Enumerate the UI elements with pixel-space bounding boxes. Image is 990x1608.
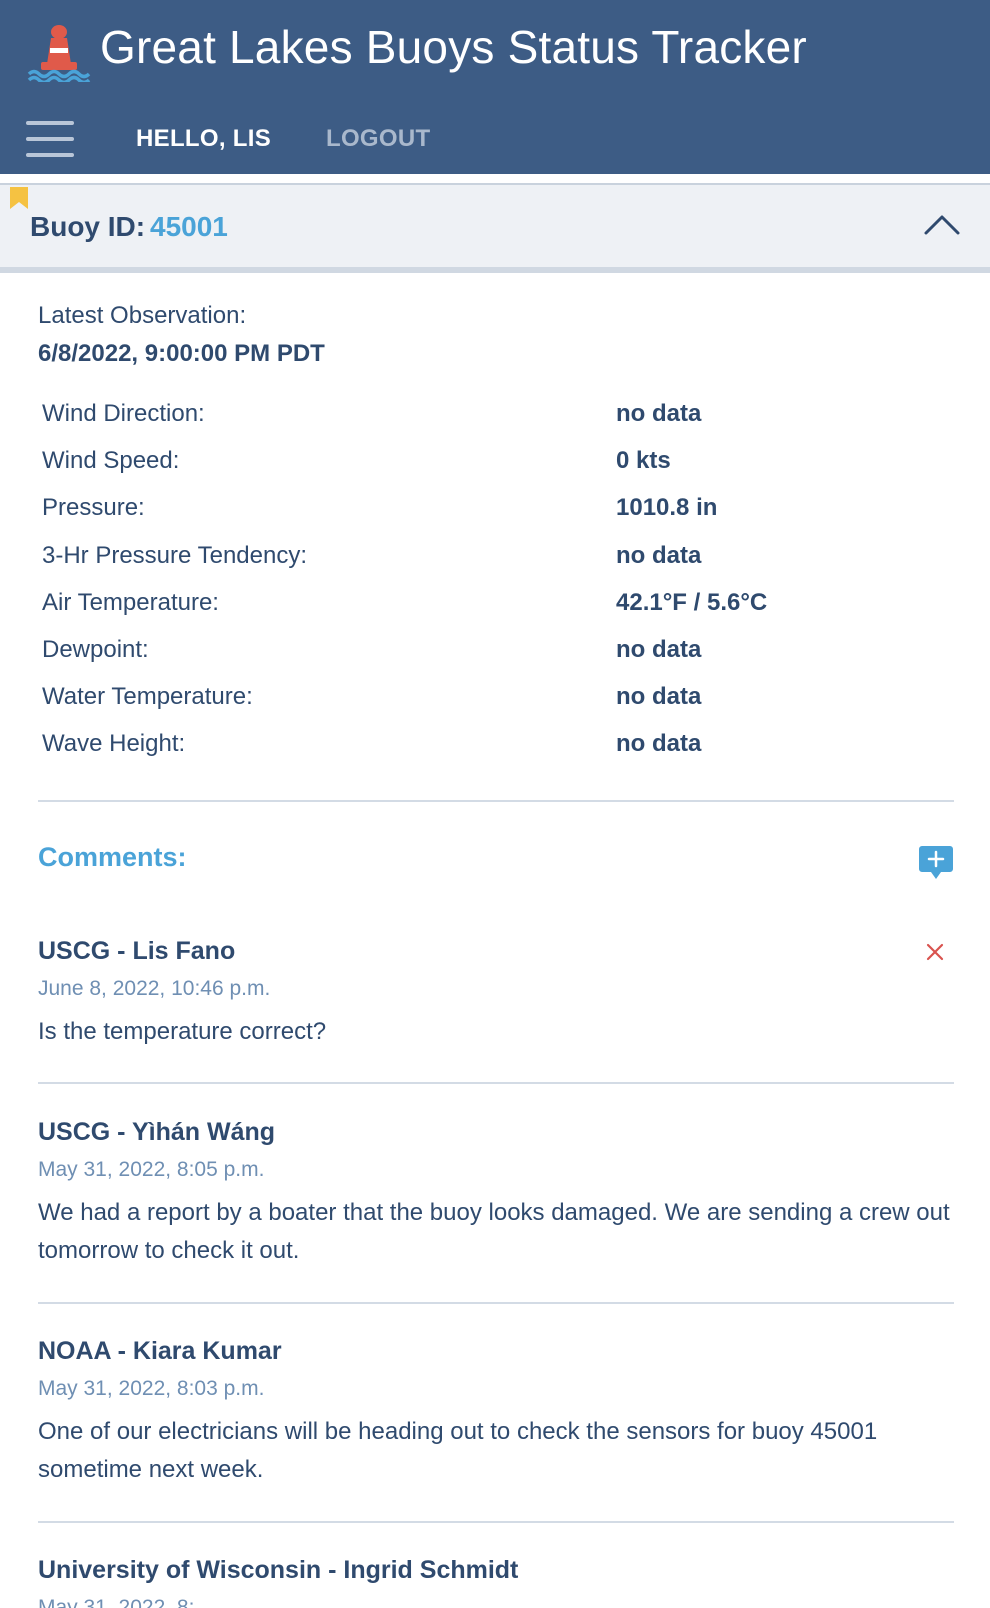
comment-divider (38, 1302, 954, 1304)
observation-value: no data (616, 683, 702, 711)
comment-text: One of our electricians will be heading … (38, 1418, 878, 1483)
comment-author: NOAA - Kiara Kumar (38, 1337, 282, 1365)
comment-text: Is the temperature correct? (38, 1018, 327, 1045)
comment-date: May 31, 2022, 8:03 p.m. (38, 1377, 265, 1400)
comment-date: June 8, 2022, 10:46 p.m. (38, 977, 271, 1000)
observation-name: Water Temperature: (42, 683, 253, 711)
comment-divider (38, 1521, 954, 1523)
buoy-id-label: Buoy ID: (30, 211, 146, 242)
buoy-id-value: 45001 (150, 211, 228, 242)
observation-name: Dewpoint: (42, 635, 149, 663)
observation-value: no data (616, 400, 702, 427)
comment-author: USCG - Yìhán Wáng (38, 1118, 276, 1146)
observation-row-pressure: Pressure: 1010.8 in (42, 494, 942, 541)
comment-item: University of Wisconsin - Ingrid Schmidt… (38, 1556, 954, 1608)
section-divider (38, 800, 954, 802)
buoy-icon (27, 25, 91, 82)
comments-heading: Comments: (38, 842, 187, 872)
logout-link[interactable]: LOGOUT (326, 125, 430, 153)
observation-row-wave-height: Wave Height: no data (42, 730, 942, 777)
observation-row-water-temperature: Water Temperature: no data (42, 683, 942, 730)
observation-value: 0 kts (616, 447, 671, 475)
observation-row-dewpoint: Dewpoint: no data (42, 636, 942, 683)
observation-value: no data (616, 635, 702, 663)
observation-value: no data (616, 730, 702, 758)
comment-item: NOAA - Kiara Kumar May 31, 2022, 8:03 p.… (38, 1337, 954, 1489)
comment-divider (38, 1082, 954, 1084)
comment-date: May 31, 2022, 8:... (38, 1596, 212, 1608)
observation-table: Wind Direction: no data Wind Speed: 0 kt… (42, 400, 942, 778)
delete-comment-icon[interactable] (926, 943, 944, 961)
add-comment-icon[interactable] (919, 846, 953, 880)
latest-observation-timestamp: 6/8/2022, 9:00:00 PM PDT (38, 340, 325, 367)
observation-row-pressure-tendency: 3-Hr Pressure Tendency: no data (42, 542, 942, 589)
comment-date: May 31, 2022, 8:05 p.m. (38, 1158, 265, 1181)
comment-item: USCG - Yìhán Wáng May 31, 2022, 8:05 p.m… (38, 1118, 954, 1270)
greeting-text: HELLO, LIS (136, 125, 271, 152)
observation-name: Wind Speed: (42, 447, 180, 475)
comment-author: University of Wisconsin - Ingrid Schmidt (38, 1556, 519, 1584)
comment-text: We had a report by a boater that the buo… (38, 1199, 950, 1264)
observation-name: Wind Direction: (42, 400, 205, 427)
observation-name: 3-Hr Pressure Tendency: (42, 541, 308, 569)
latest-observation-label: Latest Observation: (38, 302, 247, 329)
hamburger-menu-icon[interactable] (26, 119, 74, 159)
observation-value: 1010.8 in (616, 494, 718, 522)
observation-value: no data (616, 541, 702, 569)
observation-name: Air Temperature: (42, 588, 219, 616)
app-header: Great Lakes Buoys Status Tracker HELLO, … (0, 0, 990, 174)
comment-item: USCG - Lis Fano June 8, 2022, 10:46 p.m.… (38, 937, 954, 1051)
observation-name: Pressure: (42, 494, 145, 522)
observation-row-wind-direction: Wind Direction: no data (42, 400, 942, 447)
bookmark-icon (10, 187, 28, 209)
observation-name: Wave Height: (42, 730, 186, 758)
observation-row-air-temperature: Air Temperature: 42.1°F / 5.6°C (42, 589, 942, 636)
app-title: Great Lakes Buoys Status Tracker (100, 21, 807, 73)
comment-author: USCG - Lis Fano (38, 937, 236, 965)
observation-row-wind-speed: Wind Speed: 0 kts (42, 447, 942, 494)
buoy-panel-header[interactable]: Buoy ID: 45001 (0, 183, 990, 273)
chevron-up-icon[interactable] (922, 209, 962, 237)
observation-value: 42.1°F / 5.6°C (616, 588, 768, 616)
